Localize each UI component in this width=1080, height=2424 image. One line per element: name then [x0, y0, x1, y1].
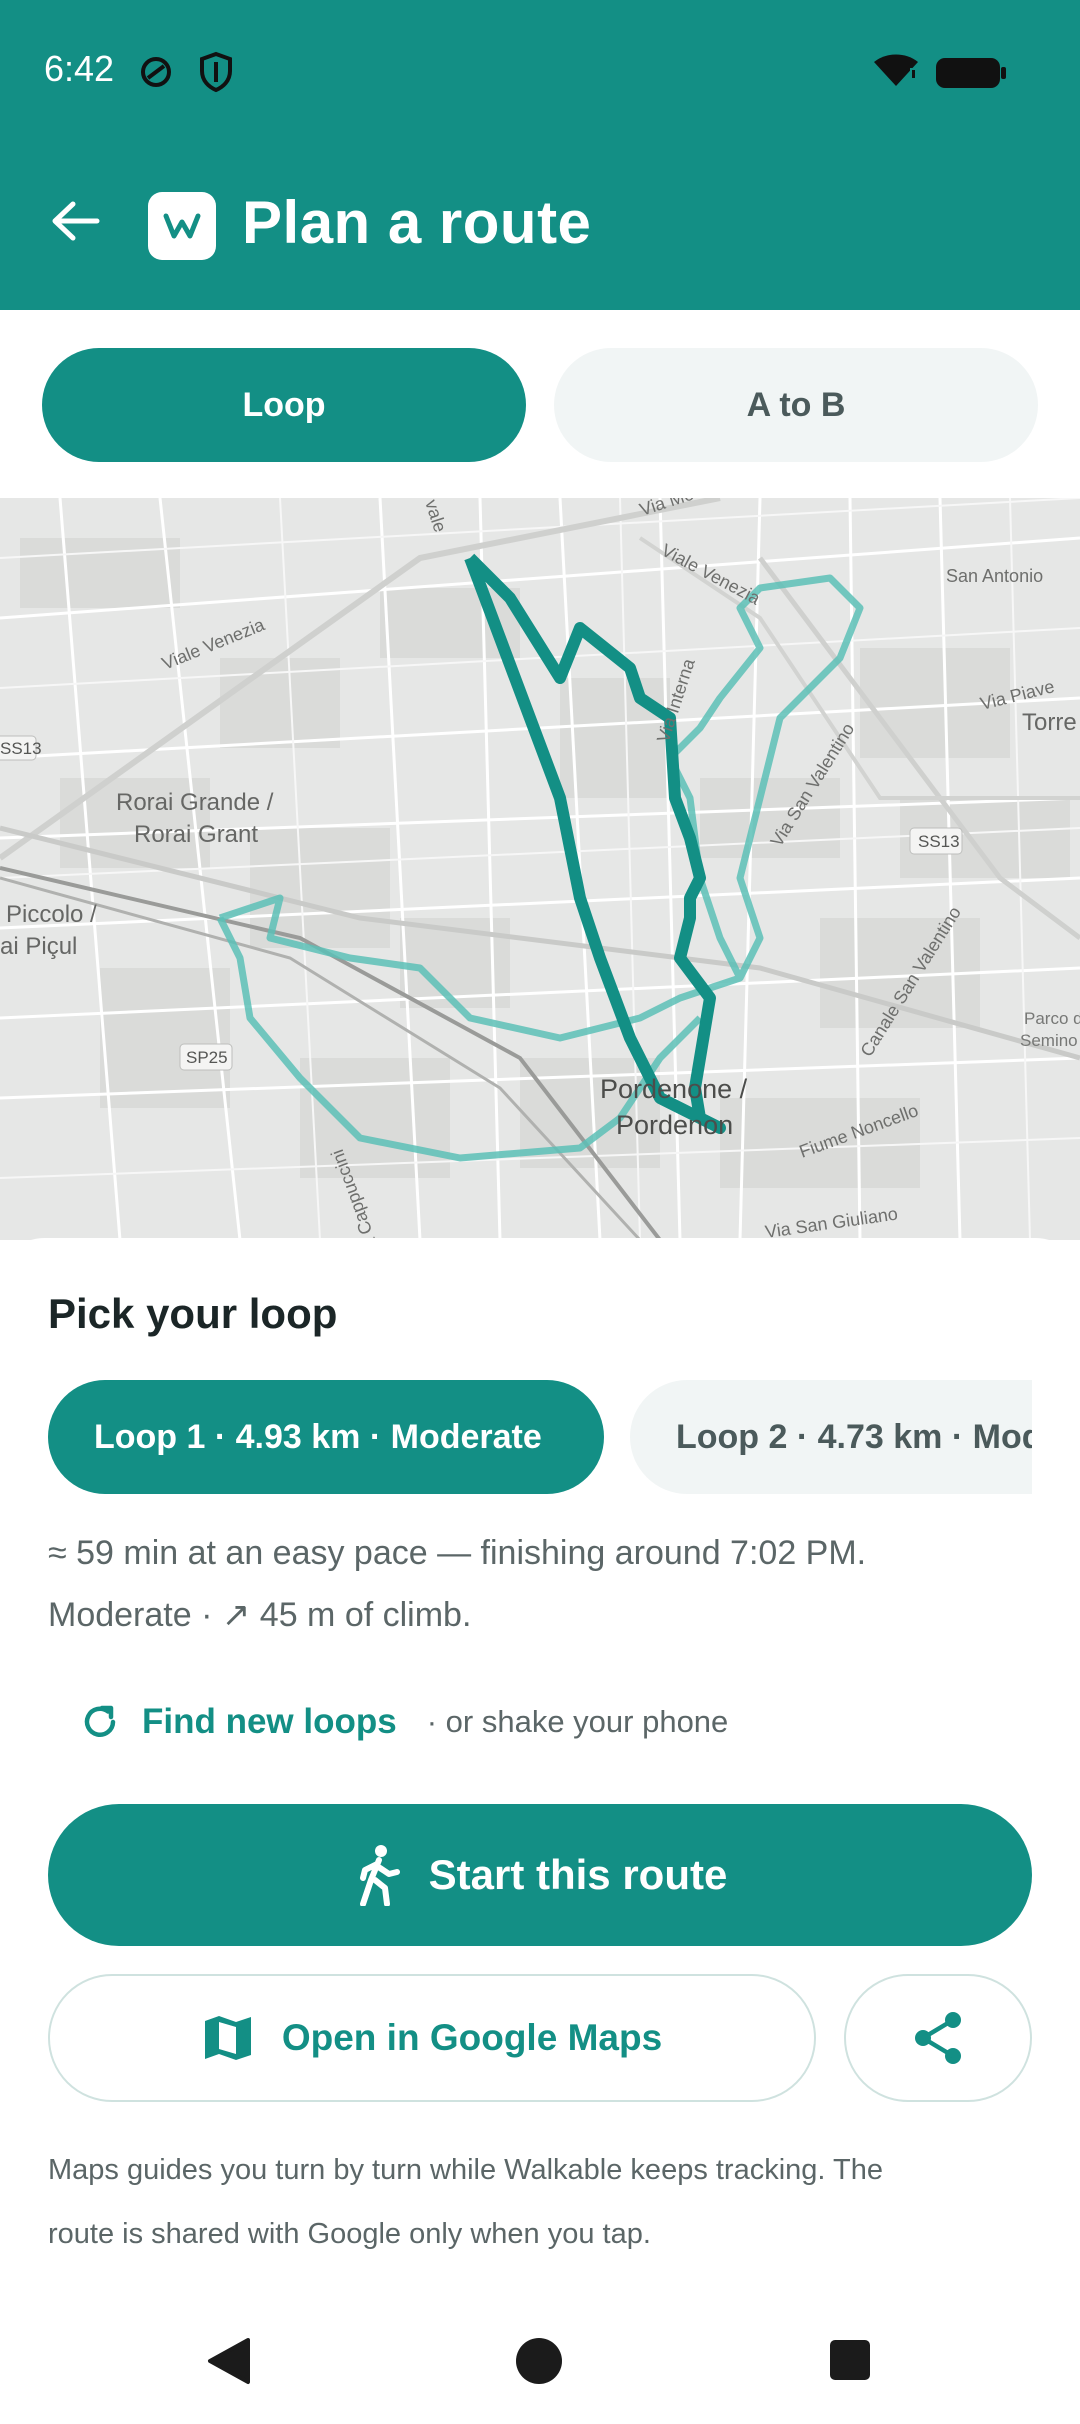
status-time: 6:42: [44, 48, 115, 89]
map-view[interactable]: Viale Venezia Viale Venezia Via Mo vale …: [0, 498, 1080, 1240]
system-nav-bar: [0, 2300, 1080, 2424]
loop-chip-1[interactable]: Loop 1 · 4.93 km · Moderate: [48, 1380, 604, 1494]
tab-loop[interactable]: Loop: [42, 348, 526, 462]
map-shield-ss13: SS13: [0, 739, 42, 758]
find-new-loops-button[interactable]: Find new loops: [142, 1702, 397, 1742]
do-not-disturb-icon: [141, 57, 171, 87]
map-shield-sp25: SP25: [186, 1048, 228, 1067]
map-label-piccolo: Piccolo /: [6, 901, 97, 928]
google-maps-note-line-1: Maps guides you turn by turn while Walka…: [48, 2154, 883, 2186]
tab-a-to-b[interactable]: A to B: [554, 348, 1038, 462]
sheet-title: Pick your loop: [48, 1290, 338, 1337]
map-label-semino: Semino: [1020, 1031, 1078, 1050]
app-logo: [148, 192, 216, 260]
map-label-parco: Parco d: [1024, 1009, 1080, 1028]
nav-recents-icon[interactable]: [830, 2340, 870, 2380]
map-icon: [204, 2016, 251, 2060]
open-google-maps-button[interactable]: Open in Google Maps: [48, 1974, 816, 2102]
page-title: Plan a route: [242, 189, 592, 256]
google-maps-note: Maps guides you turn by turn while Walka…: [48, 2138, 1008, 2266]
map-label-pordenon: Pordenon: [616, 1110, 733, 1140]
map-label-rorai-grande: Rorai Grande /: [116, 789, 274, 816]
loop-duration-text: ≈ 59 min at an easy pace — finishing aro…: [48, 1534, 867, 1572]
shield-icon: [200, 51, 232, 93]
share-button[interactable]: [844, 1974, 1032, 2102]
google-maps-note-line-2: route is shared with Google only when yo…: [48, 2218, 651, 2250]
loop-picker-sheet: Pick your loop Loop 1 · 4.93 km · Modera…: [0, 1238, 1080, 2424]
start-route-label: Start this route: [428, 1851, 728, 1898]
loop-summary: ≈ 59 min at an easy pace — finishing aro…: [48, 1522, 866, 1646]
refresh-icon: [84, 1705, 116, 1737]
map-label-rorai-grant: Rorai Grant: [134, 821, 258, 848]
map-label-ai-picul: ai Piçul: [0, 933, 77, 960]
wifi-icon: [874, 54, 918, 86]
nav-back-icon[interactable]: [206, 2336, 250, 2386]
shake-hint: · or shake your phone: [426, 1704, 729, 1739]
map-label-san-antonio: San Antonio: [946, 566, 1043, 586]
start-route-button[interactable]: Start this route: [48, 1804, 1032, 1946]
app-bar: Plan a route: [0, 140, 1080, 310]
battery-icon: [936, 58, 1006, 88]
walking-icon: [359, 1845, 400, 1906]
map-label-pordenone: Pordenone /: [600, 1074, 748, 1104]
find-new-loops-row: Find new loops · or shake your phone: [80, 1698, 728, 1746]
loop-chip-2[interactable]: Loop 2 · 4.73 km · Moderate: [630, 1380, 1032, 1494]
walkable-logo-icon: [163, 213, 201, 239]
share-icon: [915, 2012, 961, 2064]
map-shield-ss13-east: SS13: [918, 832, 960, 851]
open-google-maps-label: Open in Google Maps: [281, 2017, 663, 2058]
loop-difficulty-text: Moderate · ↗ 45 m of climb.: [48, 1596, 472, 1634]
status-bar: 6:42: [0, 0, 1080, 140]
arrow-left-icon: [52, 201, 100, 241]
back-button[interactable]: [40, 186, 110, 256]
nav-home-icon[interactable]: [516, 2338, 562, 2384]
map-label-torre: Torre: [1022, 709, 1077, 736]
loop-chip-row[interactable]: Loop 1 · 4.93 km · Moderate Loop 2 · 4.7…: [48, 1380, 1032, 1494]
